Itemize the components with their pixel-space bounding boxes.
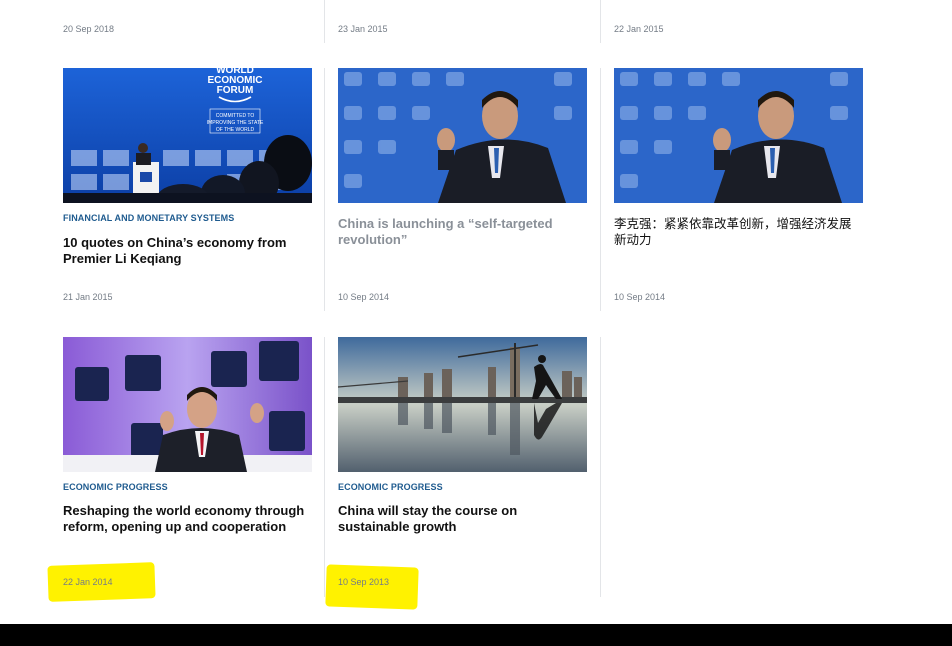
- card-title[interactable]: China is launching a “self-targeted revo…: [338, 216, 583, 248]
- card-date: 22 Jan 2014: [63, 577, 113, 587]
- card-date: 22 Jan 2015: [614, 24, 664, 34]
- column-divider: [600, 0, 601, 43]
- card-date: 10 Sep 2013: [338, 577, 390, 587]
- svg-text:FORUM: FORUM: [217, 85, 254, 96]
- card-category[interactable]: FINANCIAL AND MONETARY SYSTEMS: [63, 213, 234, 223]
- card-date: 21 Jan 2015: [63, 292, 113, 302]
- image-speaker-gesturing[interactable]: [338, 68, 587, 203]
- card-title[interactable]: 李克强：紧紧依靠改革创新，增强经济发展新动力: [614, 216, 859, 248]
- column-divider: [324, 68, 325, 311]
- card-date: 23 Jan 2015: [338, 24, 388, 34]
- image-wef-podium[interactable]: WORLD ECONOMIC FORUM COMMITTED TO IMPROV…: [63, 68, 312, 203]
- card-date: 10 Sep 2014: [614, 292, 666, 302]
- card-date: 20 Sep 2018: [63, 24, 115, 34]
- image-city-skyline-reflection[interactable]: [338, 337, 587, 472]
- svg-text:COMMITTED TO: COMMITTED TO: [216, 113, 255, 119]
- card-category[interactable]: ECONOMIC PROGRESS: [338, 482, 443, 492]
- svg-text:IMPROVING THE STATE: IMPROVING THE STATE: [207, 120, 264, 126]
- highlight-mark: [325, 564, 419, 610]
- card-title[interactable]: 10 quotes on China’s economy from Premie…: [63, 235, 308, 267]
- column-divider: [324, 0, 325, 43]
- image-speaker-gesturing[interactable]: [614, 68, 863, 203]
- column-divider: [324, 337, 325, 597]
- column-divider: [600, 337, 601, 597]
- footer-bar: [0, 624, 952, 646]
- svg-text:OF THE WORLD: OF THE WORLD: [216, 127, 255, 133]
- card-date: 10 Sep 2014: [338, 292, 390, 302]
- column-divider: [600, 68, 601, 311]
- card-category[interactable]: ECONOMIC PROGRESS: [63, 482, 168, 492]
- image-speaker-seated[interactable]: [63, 337, 312, 472]
- card-title[interactable]: Reshaping the world economy through refo…: [63, 503, 308, 535]
- card-title[interactable]: China will stay the course on sustainabl…: [338, 503, 583, 535]
